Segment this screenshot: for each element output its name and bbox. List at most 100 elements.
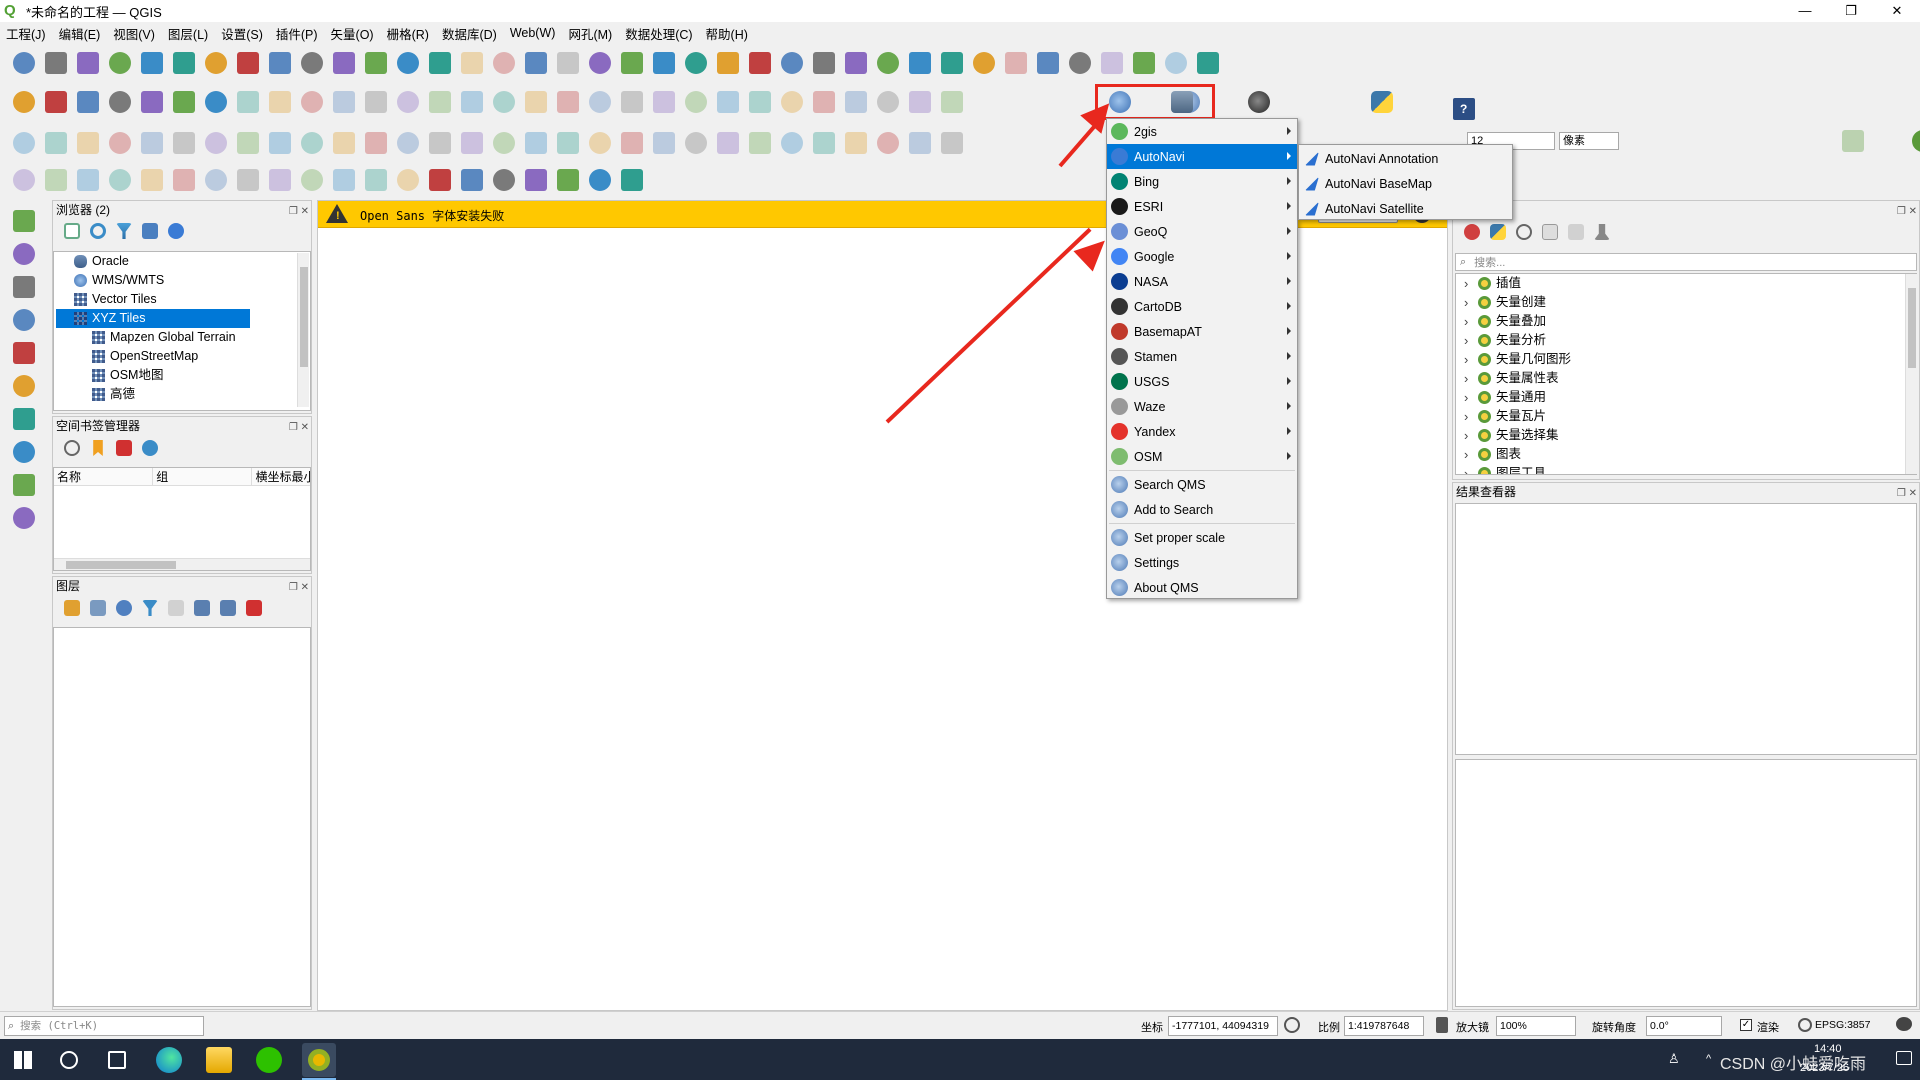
edge-browser-icon[interactable]: [156, 1047, 182, 1073]
edit-features-icon[interactable]: [1568, 224, 1584, 240]
toolbar-tb3-tool-27-icon[interactable]: [877, 132, 899, 154]
qms-action-about-qms[interactable]: About QMS: [1107, 575, 1297, 600]
bookmark-hscrollbar[interactable]: [54, 558, 310, 570]
toolbar-tb1-tool-36-icon[interactable]: [1165, 52, 1187, 74]
zoom-layer-icon[interactable]: [397, 52, 419, 74]
qms-action-settings[interactable]: Settings: [1107, 550, 1297, 575]
add-selected-layers-icon[interactable]: [64, 223, 80, 239]
collapse-all-icon[interactable]: [142, 223, 158, 239]
browser-item[interactable]: WMS/WMTS: [54, 271, 310, 290]
toolbar-tb3-tool-23-icon[interactable]: [749, 132, 771, 154]
minimize-button[interactable]: —: [1782, 0, 1828, 22]
autonavi-layer-item[interactable]: AutoNavi Annotation: [1299, 146, 1512, 171]
pan-icon[interactable]: [205, 52, 227, 74]
expand-arrow-icon[interactable]: ›: [1464, 274, 1478, 293]
toolbar-tb3-tool-22-icon[interactable]: [717, 132, 739, 154]
share-bookmark-icon[interactable]: [142, 440, 158, 456]
new-project-icon[interactable]: [13, 52, 35, 74]
menu-4[interactable]: 设置(S): [221, 24, 263, 43]
toolbox-group[interactable]: › 矢量通用: [1456, 388, 1916, 407]
toolbox-group[interactable]: › 矢量瓦片: [1456, 407, 1916, 426]
vertex-tool-icon[interactable]: [1842, 130, 1865, 152]
toolbar-tb3-tool-26-icon[interactable]: [845, 132, 867, 154]
save-project-icon[interactable]: [77, 52, 99, 74]
info-icon[interactable]: [168, 223, 184, 239]
options-icon[interactable]: [1594, 224, 1610, 240]
qms-menu-item-esri[interactable]: ESRI: [1107, 194, 1297, 219]
select-feature-icon[interactable]: [653, 52, 675, 74]
toolbar-tb4-tool-9-icon[interactable]: [301, 169, 323, 191]
toolbar-tb4-tool-4-icon[interactable]: [141, 169, 163, 191]
toolbar-tb3-tool-16-icon[interactable]: [525, 132, 547, 154]
toolbar-tb4-tool-0-icon[interactable]: [13, 169, 35, 191]
temporal-controller-icon[interactable]: [589, 52, 611, 74]
toolbar-tb2-tool-22-icon[interactable]: [717, 91, 739, 113]
render-checkbox[interactable]: ✓: [1740, 1019, 1752, 1031]
toolbar-tb3-tool-25-icon[interactable]: [813, 132, 835, 154]
toolbar-tb2-tool-10-icon[interactable]: [333, 91, 355, 113]
toolbar-tb3-tool-10-icon[interactable]: [333, 132, 355, 154]
browser-scrollbar[interactable]: [297, 253, 309, 407]
toolbar-tb2-tool-19-icon[interactable]: [621, 91, 643, 113]
qms-action-add-to-search[interactable]: Add to Search: [1107, 497, 1297, 522]
toolbox-group[interactable]: › 矢量选择集: [1456, 426, 1916, 445]
toolbar-tb3-tool-0-icon[interactable]: [13, 132, 35, 154]
toolbar-tb4-tool-3-icon[interactable]: [109, 169, 131, 191]
toolbar-tb3-tool-24-icon[interactable]: [781, 132, 803, 154]
toolbar-tb2-tool-26-icon[interactable]: [845, 91, 867, 113]
toolbar-tb4-tool-1-icon[interactable]: [45, 169, 67, 191]
expand-all-icon[interactable]: [194, 600, 210, 616]
expand-arrow-icon[interactable]: ›: [1464, 407, 1478, 426]
toolbar-tb4-tool-19-icon[interactable]: [621, 169, 643, 191]
qms-menu-item-google[interactable]: Google: [1107, 244, 1297, 269]
add-xyz-layer-icon[interactable]: [13, 441, 35, 463]
toolbar-tb3-tool-21-icon[interactable]: [685, 132, 707, 154]
autonavi-layer-item[interactable]: AutoNavi Satellite: [1299, 196, 1512, 221]
toolbar-tb1-tool-37-icon[interactable]: [1197, 52, 1219, 74]
manage-visibility-icon[interactable]: [116, 600, 132, 616]
toolbox-group[interactable]: › 矢量几何图形: [1456, 350, 1916, 369]
new-shapefile-icon[interactable]: [77, 91, 99, 113]
toolbar-tb3-tool-7-icon[interactable]: [237, 132, 259, 154]
zoom-next-icon[interactable]: [493, 52, 515, 74]
qms-menu-item-autonavi[interactable]: AutoNavi: [1107, 144, 1297, 169]
zoom-native-icon[interactable]: [429, 52, 451, 74]
filter-expression-icon[interactable]: [168, 600, 184, 616]
collapse-all-layers-icon[interactable]: [220, 600, 236, 616]
menu-5[interactable]: 插件(P): [276, 24, 318, 43]
qms-menu-item-osm[interactable]: OSM: [1107, 444, 1297, 469]
menu-8[interactable]: 数据库(D): [442, 24, 497, 43]
toolbar-tb4-tool-11-icon[interactable]: [365, 169, 387, 191]
remove-layer-icon[interactable]: [246, 600, 262, 616]
browser-item[interactable]: Vector Tiles: [54, 290, 310, 309]
filter-icon[interactable]: [116, 223, 132, 239]
new-bookmark-icon[interactable]: [525, 52, 547, 74]
toolbar-tb3-tool-18-icon[interactable]: [589, 132, 611, 154]
add-group-icon[interactable]: [90, 600, 106, 616]
filter-legend-icon[interactable]: [142, 600, 158, 616]
qms-layers-button[interactable]: [1247, 91, 1270, 113]
style-manager-icon[interactable]: [173, 52, 195, 74]
toolbar-tb3-tool-3-icon[interactable]: [109, 132, 131, 154]
qms-menu-item-yandex[interactable]: Yandex: [1107, 419, 1297, 444]
toggle-extents-icon[interactable]: [1284, 1017, 1300, 1033]
browser-item[interactable]: XYZ Tiles: [56, 309, 250, 328]
toolbar-tb2-tool-14-icon[interactable]: [461, 91, 483, 113]
toolbar-tb3-tool-17-icon[interactable]: [557, 132, 579, 154]
new-spatialite-icon[interactable]: [141, 91, 163, 113]
toolbar-tb4-tool-7-icon[interactable]: [237, 169, 259, 191]
toolbar-tb2-tool-29-icon[interactable]: [941, 91, 963, 113]
menu-7[interactable]: 栅格(R): [387, 24, 429, 43]
add-raster-layer-icon[interactable]: [13, 243, 35, 265]
add-vector-tile-icon[interactable]: [13, 507, 35, 529]
qms-action-search-qms[interactable]: Search QMS: [1107, 472, 1297, 497]
toolbar-tb3-tool-13-icon[interactable]: [429, 132, 451, 154]
tray-overflow-icon[interactable]: ^: [1706, 1053, 1711, 1065]
data-source-manager-icon[interactable]: [13, 91, 35, 113]
qms-menu-item-cartodb[interactable]: CartoDB: [1107, 294, 1297, 319]
toolbar-tb3-tool-20-icon[interactable]: [653, 132, 675, 154]
toolbar-tb4-tool-14-icon[interactable]: [461, 169, 483, 191]
clock-date[interactable]: 2023/7/26: [1800, 1062, 1849, 1074]
qms-menu-item-usgs[interactable]: USGS: [1107, 369, 1297, 394]
qgis-taskbar-button[interactable]: [302, 1043, 336, 1077]
